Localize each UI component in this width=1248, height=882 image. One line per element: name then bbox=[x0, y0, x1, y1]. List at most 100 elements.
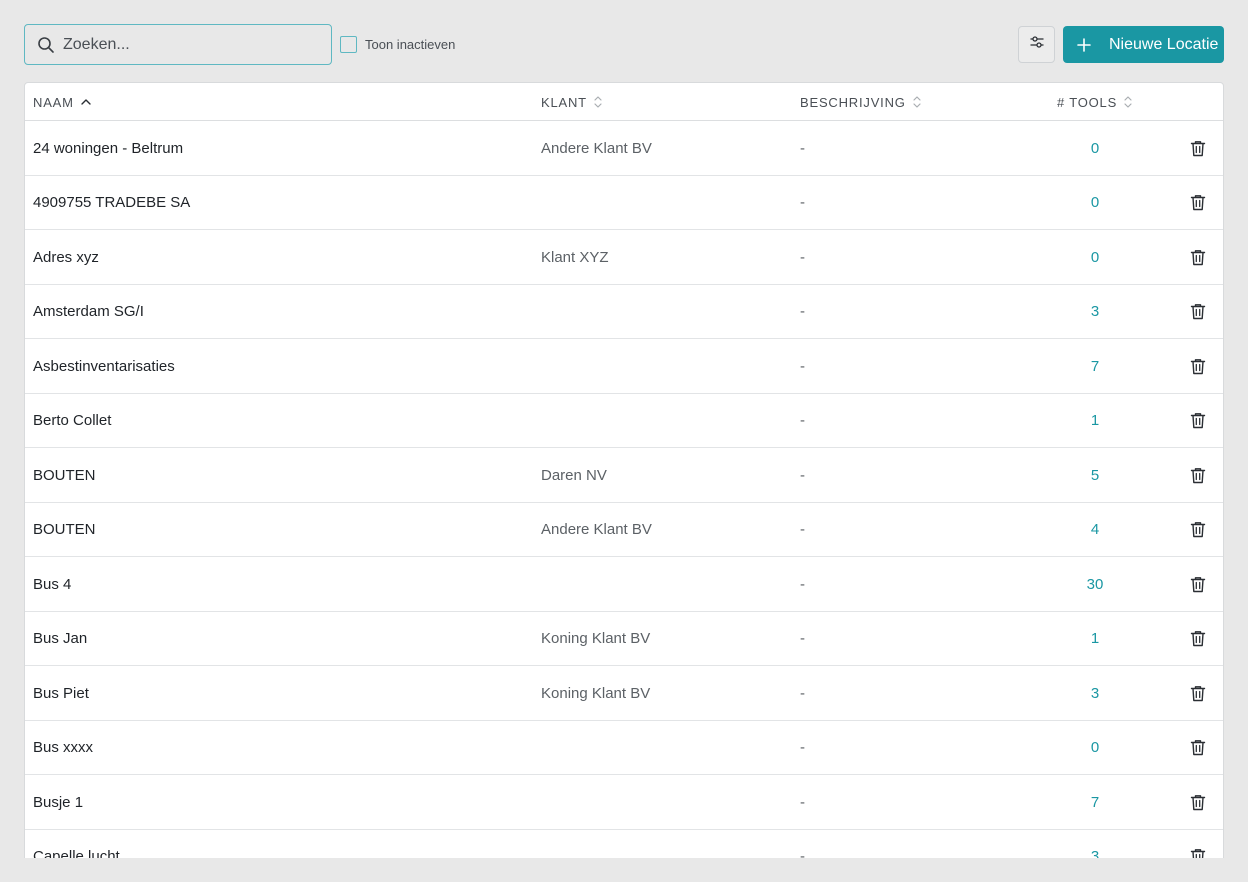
cell-description: - bbox=[800, 521, 805, 538]
cell-description: - bbox=[800, 303, 805, 320]
cell-description: - bbox=[800, 194, 805, 211]
sort-unsorted-icon bbox=[594, 95, 602, 109]
delete-button[interactable] bbox=[1190, 448, 1208, 502]
delete-button[interactable] bbox=[1190, 775, 1208, 829]
search-input[interactable] bbox=[63, 35, 313, 54]
table-row[interactable]: Busje 1 - 7 bbox=[25, 775, 1223, 830]
trash-icon bbox=[1190, 467, 1206, 484]
column-header-name[interactable]: NAAM bbox=[33, 83, 91, 121]
sort-ascending-icon bbox=[81, 97, 91, 107]
trash-icon bbox=[1190, 576, 1206, 593]
cell-tools-count[interactable]: 4 bbox=[1065, 503, 1125, 557]
cell-name: Busje 1 bbox=[33, 793, 84, 811]
column-header-tools[interactable]: # TOOLS bbox=[1057, 83, 1132, 121]
trash-icon bbox=[1190, 140, 1206, 157]
sort-unsorted-icon bbox=[1124, 95, 1132, 109]
table-header: NAAM KLANT BESCHRIJVING # TOOLS bbox=[25, 83, 1223, 121]
cell-description: - bbox=[800, 739, 805, 756]
column-header-klant[interactable]: KLANT bbox=[541, 83, 602, 121]
cell-description: - bbox=[800, 357, 805, 375]
table-body: 24 woningen - Beltrum Andere Klant BV -0 49… bbox=[25, 121, 1223, 881]
sliders-icon bbox=[1029, 34, 1045, 55]
table-row[interactable]: 24 woningen - Beltrum Andere Klant BV - 0 bbox=[25, 121, 1223, 176]
locations-table: NAAM KLANT BESCHRIJVING # TOOLS 24 wonin… bbox=[24, 82, 1224, 882]
cell-description: - bbox=[800, 139, 805, 157]
cell-tools-count[interactable]: 30 bbox=[1065, 557, 1125, 611]
cell-description: - bbox=[800, 412, 805, 429]
cell-tools-count[interactable]: 7 bbox=[1065, 339, 1125, 393]
trash-icon bbox=[1190, 194, 1206, 211]
cell-klant: Andere Klant BV bbox=[541, 521, 652, 538]
table-row[interactable]: Bus xxxx - 0 bbox=[25, 721, 1223, 775]
table-row[interactable]: Bus Jan Koning Klant BV - 1 bbox=[25, 612, 1223, 666]
column-header-label: BESCHRIJVING bbox=[800, 94, 906, 110]
cell-name: Bus xxxx bbox=[33, 739, 94, 756]
trash-icon bbox=[1190, 412, 1206, 429]
cell-tools-count[interactable]: 0 bbox=[1065, 176, 1125, 230]
delete-button[interactable] bbox=[1190, 285, 1208, 339]
cell-name: BOUTEN bbox=[33, 521, 96, 538]
new-location-button[interactable]: Nieuwe Locatie bbox=[1063, 26, 1224, 63]
cell-tools-count[interactable]: 7 bbox=[1065, 775, 1125, 829]
cell-tools-count[interactable]: 0 bbox=[1065, 721, 1125, 775]
table-row[interactable]: BOUTEN Andere Klant BV - 4 bbox=[25, 503, 1223, 557]
table-row[interactable]: Berto Collet - 1 bbox=[25, 394, 1223, 448]
cell-klant: Koning Klant BV bbox=[541, 684, 651, 702]
trash-icon bbox=[1190, 249, 1206, 266]
table-row[interactable]: Amsterdam SG/I - 3 bbox=[25, 285, 1223, 339]
cell-description: - bbox=[800, 466, 805, 484]
cell-description: - bbox=[800, 684, 805, 702]
table-row[interactable]: Bus Piet Koning Klant BV - 3 bbox=[25, 666, 1223, 721]
trash-icon bbox=[1190, 794, 1206, 811]
cell-klant: Koning Klant BV bbox=[541, 630, 651, 647]
trash-icon bbox=[1190, 303, 1206, 320]
table-row[interactable]: Adres xyz Klant XYZ - 0 bbox=[25, 230, 1223, 285]
delete-button[interactable] bbox=[1190, 503, 1208, 557]
cell-tools-count[interactable]: 0 bbox=[1065, 230, 1125, 284]
cell-name: 4909755 TRADEBE SA bbox=[33, 194, 191, 211]
cell-name: 24 woningen - Beltrum bbox=[33, 139, 184, 157]
new-location-label: Nieuwe Locatie bbox=[1109, 35, 1219, 53]
column-header-label: # TOOLS bbox=[1057, 94, 1118, 110]
cell-description: - bbox=[800, 575, 805, 593]
trash-icon bbox=[1190, 739, 1206, 756]
table-row[interactable]: 4909755 TRADEBE SA - 0 bbox=[25, 176, 1223, 230]
delete-button[interactable] bbox=[1190, 557, 1208, 611]
cell-klant: Daren NV bbox=[541, 466, 607, 484]
cell-name: Adres xyz bbox=[33, 248, 99, 266]
inactive-label: Toon inactieven bbox=[365, 37, 456, 52]
delete-button[interactable] bbox=[1190, 176, 1208, 230]
delete-button[interactable] bbox=[1190, 721, 1208, 775]
cell-tools-count[interactable]: 3 bbox=[1065, 666, 1125, 720]
inactive-checkbox[interactable] bbox=[340, 36, 357, 53]
cell-name: Bus Piet bbox=[33, 684, 89, 702]
plus-icon bbox=[1077, 37, 1091, 52]
search-box[interactable] bbox=[24, 24, 332, 65]
table-row[interactable]: Asbestinventarisaties - 7 bbox=[25, 339, 1223, 394]
column-header-description[interactable]: BESCHRIJVING bbox=[800, 83, 921, 121]
delete-button[interactable] bbox=[1190, 230, 1208, 284]
delete-button[interactable] bbox=[1190, 339, 1208, 393]
delete-button[interactable] bbox=[1190, 121, 1208, 175]
filter-button[interactable] bbox=[1018, 26, 1055, 63]
cell-tools-count[interactable]: 3 bbox=[1065, 285, 1125, 339]
cell-tools-count[interactable]: 5 bbox=[1065, 448, 1125, 502]
cell-tools-count[interactable]: 1 bbox=[1065, 394, 1125, 448]
cell-description: - bbox=[800, 248, 805, 266]
delete-button[interactable] bbox=[1190, 612, 1208, 666]
delete-button[interactable] bbox=[1190, 666, 1208, 720]
sort-unsorted-icon bbox=[913, 95, 921, 109]
cell-klant: Klant XYZ bbox=[541, 248, 609, 266]
cell-tools-count[interactable]: 0 bbox=[1065, 121, 1125, 175]
inactive-toggle[interactable]: Toon inactieven bbox=[340, 36, 455, 53]
viewport-bottom bbox=[0, 858, 1248, 882]
trash-icon bbox=[1190, 358, 1206, 375]
delete-button[interactable] bbox=[1190, 394, 1208, 448]
cell-name: Bus 4 bbox=[33, 575, 72, 593]
table-row[interactable]: Bus 4 - 30 bbox=[25, 557, 1223, 612]
trash-icon bbox=[1190, 521, 1206, 538]
table-row[interactable]: BOUTEN Daren NV - 5 bbox=[25, 448, 1223, 503]
column-header-label: NAAM bbox=[33, 94, 74, 110]
cell-name: Amsterdam SG/I bbox=[33, 303, 144, 320]
cell-tools-count[interactable]: 1 bbox=[1065, 612, 1125, 666]
